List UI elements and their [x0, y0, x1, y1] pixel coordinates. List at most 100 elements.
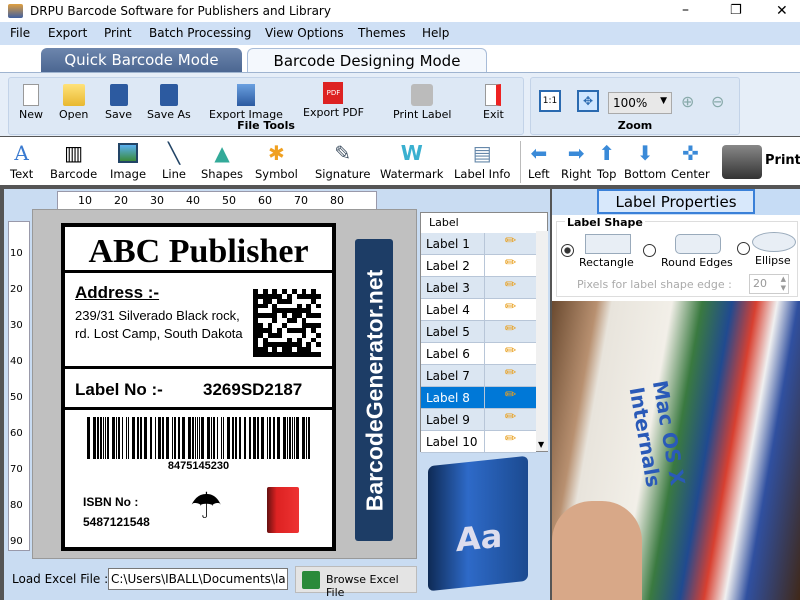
- barcode-tool[interactable]: ▥Barcode: [50, 141, 97, 181]
- line-tool[interactable]: ╲Line: [162, 141, 186, 181]
- pdf-icon: PDF: [323, 82, 343, 104]
- align-left-button[interactable]: ⬅Left: [528, 141, 550, 181]
- new-button[interactable]: New: [19, 84, 43, 121]
- close-button[interactable]: ✕: [776, 3, 788, 19]
- round-edges-preview: [675, 234, 721, 254]
- edit-pencil-icon[interactable]: ✏: [484, 277, 536, 299]
- exit-button[interactable]: Exit: [483, 84, 504, 121]
- rectangle-radio[interactable]: [561, 244, 574, 257]
- menu-help[interactable]: Help: [422, 26, 449, 40]
- label-name: Label 8: [426, 391, 470, 405]
- tab-barcode-designing-mode[interactable]: Barcode Designing Mode: [247, 48, 487, 73]
- round-edges-label: Round Edges: [661, 256, 733, 269]
- browse-excel-button[interactable]: Browse Excel File: [295, 566, 417, 593]
- label-list-item[interactable]: Label 10✏: [421, 431, 536, 453]
- symbol-tool[interactable]: ✱Symbol: [255, 141, 298, 181]
- label-name: Label 2: [426, 259, 470, 273]
- toolbar-divider: [520, 141, 521, 183]
- fit-to-window-button[interactable]: ✥: [577, 90, 599, 112]
- edge-value: 20: [753, 277, 767, 290]
- round-edges-radio[interactable]: [643, 244, 656, 257]
- edit-pencil-icon[interactable]: ✏: [484, 387, 536, 409]
- label-info-tool[interactable]: ▤Label Info: [454, 141, 510, 181]
- watermark-icon: W: [380, 141, 443, 165]
- app-icon: [8, 4, 23, 18]
- ruler-tick: 10: [78, 194, 92, 207]
- zoom-out-icon[interactable]: ⊖: [711, 92, 724, 111]
- label-list-item[interactable]: Label 6✏: [421, 343, 536, 365]
- label-properties-title[interactable]: Label Properties: [597, 189, 755, 214]
- label-name: Label 3: [426, 281, 470, 295]
- align-top-button[interactable]: ⬆Top: [597, 141, 616, 181]
- top-ruler: 1020304050607080: [57, 191, 377, 211]
- save-as-button[interactable]: Save As: [147, 84, 191, 121]
- save-button[interactable]: Save: [105, 84, 132, 121]
- edit-pencil-icon[interactable]: ✏: [484, 343, 536, 365]
- menu-themes[interactable]: Themes: [358, 26, 406, 40]
- menu-view-options[interactable]: View Options: [265, 26, 344, 40]
- edit-pencil-icon[interactable]: ✏: [484, 233, 536, 255]
- edit-pencil-icon[interactable]: ✏: [484, 255, 536, 277]
- watermark-tool[interactable]: WWatermark: [380, 141, 443, 181]
- export-pdf-button[interactable]: PDFExport PDF: [303, 82, 364, 119]
- minimize-button[interactable]: –: [682, 2, 689, 18]
- text-tool[interactable]: AText: [10, 141, 33, 181]
- menu-bar: File Export Print Batch Processing View …: [0, 22, 800, 45]
- scrollbar[interactable]: ▼: [536, 231, 548, 451]
- edit-pencil-icon[interactable]: ✏: [484, 409, 536, 431]
- label-list-item[interactable]: Label 4✏: [421, 299, 536, 321]
- label-canvas: ABC Publisher Address :- 239/31 Silverad…: [32, 209, 417, 559]
- center-icon: ✜: [671, 141, 710, 165]
- menu-export[interactable]: Export: [48, 26, 87, 40]
- tab-quick-barcode-mode[interactable]: Quick Barcode Mode: [41, 48, 242, 73]
- menu-batch-processing[interactable]: Batch Processing: [149, 26, 251, 40]
- books-photo: Mac OS X Internals: [552, 301, 800, 600]
- label-list-item[interactable]: Label 5✏: [421, 321, 536, 343]
- align-center-button[interactable]: ✜Center: [671, 141, 710, 181]
- zoom-value: 100%: [613, 96, 647, 110]
- excel-path-input[interactable]: C:\Users\IBALL\Documents\la: [108, 568, 288, 590]
- edge-pixels-stepper[interactable]: 20▲▼: [749, 274, 789, 294]
- label-name: Label 1: [426, 237, 470, 251]
- address-text: 239/31 Silverado Black rock, rd. Lost Ca…: [75, 307, 250, 343]
- print-label: Print: [765, 153, 800, 168]
- label-list-item[interactable]: Label 2 ✏: [421, 255, 536, 277]
- browse-label: Browse Excel File: [326, 573, 416, 599]
- edit-pencil-icon[interactable]: ✏: [484, 299, 536, 321]
- label-list-item[interactable]: Label 8 ✏: [421, 387, 536, 409]
- label-list-item[interactable]: Label 1 ✏: [421, 233, 536, 255]
- edge-caption: Pixels for label shape edge :: [577, 278, 732, 291]
- label-list-item[interactable]: Label 7✏: [421, 365, 536, 387]
- design-area: 1020304050607080 102030405060708090 ABC …: [0, 189, 550, 600]
- label-no-caption: Label No :-: [75, 380, 163, 400]
- signature-tool[interactable]: ✎Signature: [315, 141, 370, 181]
- line-icon: ╲: [162, 141, 186, 165]
- menu-file[interactable]: File: [10, 26, 30, 40]
- image-tool[interactable]: Image: [110, 141, 146, 181]
- ruler-tick: 20: [114, 194, 128, 207]
- ellipse-radio[interactable]: [737, 242, 750, 255]
- print-label-button[interactable]: Print Label: [393, 84, 451, 121]
- open-button[interactable]: Open: [59, 84, 88, 121]
- restore-button[interactable]: ❐: [730, 3, 742, 18]
- ruler-tick: 80: [10, 500, 23, 511]
- label-title: ABC Publisher: [65, 233, 332, 271]
- align-bottom-button[interactable]: ⬇Bottom: [624, 141, 666, 181]
- edit-pencil-icon[interactable]: ✏: [484, 365, 536, 387]
- label-card: ABC Publisher Address :- 239/31 Silverad…: [61, 223, 336, 551]
- barcode-number: 8475145230: [65, 460, 332, 472]
- menu-print[interactable]: Print: [104, 26, 132, 40]
- zoom-select[interactable]: 100%▼: [608, 92, 672, 114]
- label-name: Label 9: [426, 413, 470, 427]
- label-list-item[interactable]: Label 3 ✏: [421, 277, 536, 299]
- address-heading: Address :-: [75, 283, 159, 303]
- isbn-caption: ISBN No :: [83, 495, 138, 509]
- label-list-item[interactable]: Label 9 ✏: [421, 409, 536, 431]
- shapes-tool[interactable]: ▲Shapes: [201, 141, 243, 181]
- zoom-in-icon[interactable]: ⊕: [681, 92, 694, 111]
- actual-size-button[interactable]: 1:1: [539, 90, 561, 112]
- export-image-button[interactable]: Export Image: [209, 84, 283, 121]
- align-right-button[interactable]: ➡Right: [561, 141, 591, 181]
- edit-pencil-icon[interactable]: ✏: [484, 431, 536, 453]
- edit-pencil-icon[interactable]: ✏: [484, 321, 536, 343]
